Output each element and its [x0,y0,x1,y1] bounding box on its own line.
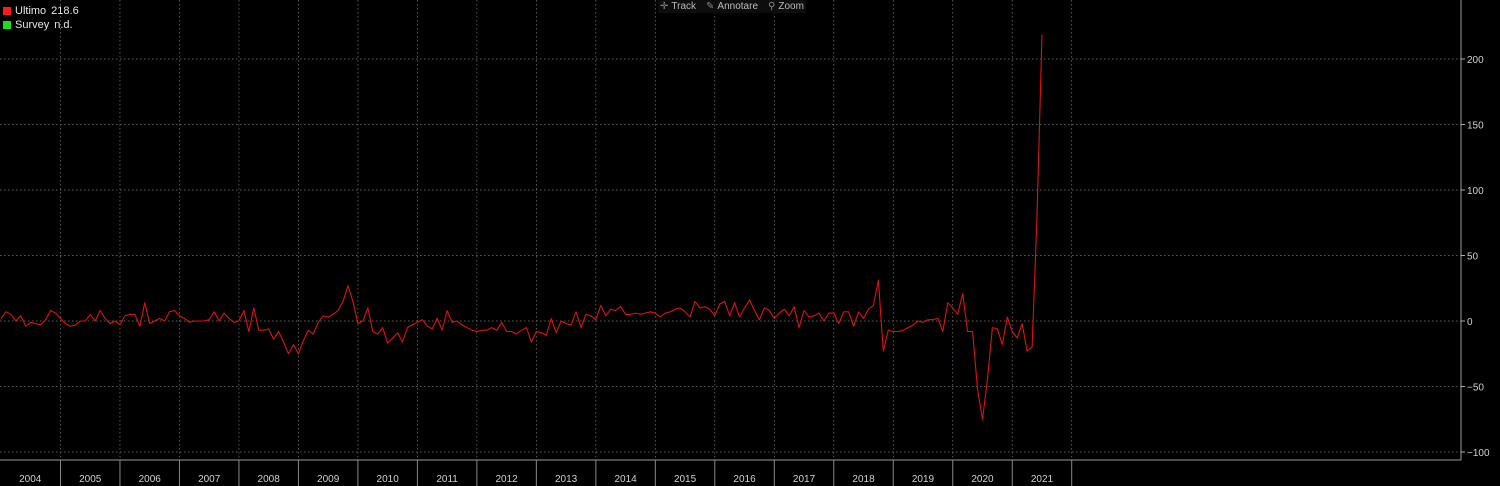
x-tick-label: 2017 [793,474,816,485]
zoom-button[interactable]: ⚲ Zoom [768,1,804,12]
legend: Ultimo 218.6 Survey n.d. [3,4,79,32]
legend-item-ultimo: Ultimo 218.6 [3,4,79,18]
annotate-button[interactable]: ✎ Annotare [706,1,758,12]
x-tick-label: 2018 [852,474,875,485]
y-tick-label: −100 [1467,448,1490,459]
series-line-ultimo [0,34,1043,420]
x-tick-label: 2021 [1031,474,1054,485]
x-tick-label: 2009 [317,474,340,485]
track-button[interactable]: ✛ Track [660,1,696,12]
line-chart: 200 150 100 50 0 −50 −100 2004 2005 2006 2007 2008 2… [0,0,1490,486]
annotate-label: Annotare [717,1,759,12]
x-tick-label: 2006 [139,474,162,485]
x-tick-label: 2019 [912,474,935,485]
y-tick-label: 0 [1467,317,1473,328]
zoom-label: Zoom [778,1,804,12]
y-tick-label: 150 [1467,121,1484,132]
magnifier-icon: ⚲ [768,1,776,12]
legend-item-survey: Survey n.d. [3,18,79,32]
x-tick-label: 2012 [495,474,518,485]
x-tick-label: 2016 [733,474,756,485]
x-tick-label: 2007 [198,474,221,485]
y-tick-label: −50 [1467,383,1484,394]
x-tick-label: 2020 [971,474,994,485]
x-tick-label: 2014 [614,474,637,485]
legend-value: 218.6 [51,5,79,17]
grid-lines [0,0,1461,460]
legend-label: Ultimo [15,5,47,17]
pencil-icon: ✎ [706,1,715,12]
y-tick-label: 100 [1467,186,1484,197]
chart-toolbar: ✛ Track ✎ Annotare ⚲ Zoom [658,0,806,13]
legend-value: n.d. [54,19,73,31]
legend-swatch-survey [3,21,11,29]
x-tick-label: 2004 [19,474,42,485]
x-tick-label: 2008 [258,474,281,485]
axis-ticks: 200 150 100 50 0 −50 −100 2004 2005 2006 2007 2008 2… [19,55,1490,486]
x-tick-label: 2005 [79,474,102,485]
axes [0,0,1462,461]
crosshair-icon: ✛ [660,1,669,12]
x-tick-label: 2010 [377,474,400,485]
legend-label: Survey [15,19,50,31]
series-layer [0,34,1043,420]
y-tick-label: 50 [1467,252,1479,263]
track-label: Track [671,1,697,12]
y-tick-label: 200 [1467,55,1484,66]
x-tick-label: 2013 [555,474,578,485]
x-tick-label: 2011 [436,474,458,485]
x-tick-label: 2015 [674,474,697,485]
legend-swatch-ultimo [3,7,11,15]
